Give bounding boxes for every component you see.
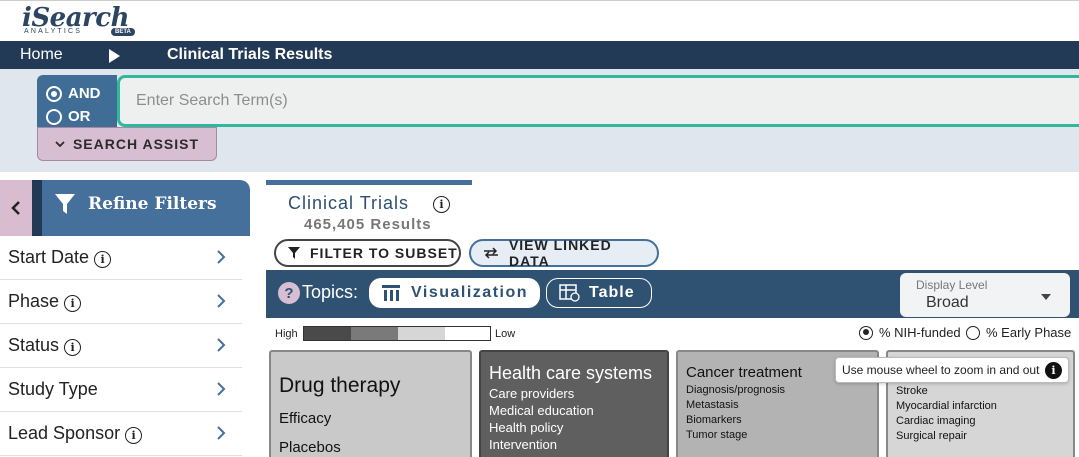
filter-to-subset-button[interactable]: FILTER TO SUBSET [274,239,461,267]
tooltip-text: Use mouse wheel to zoom in and out [842,363,1040,377]
breadcrumb-current: Clinical Trials Results [167,46,333,63]
sidebar-item-phase[interactable]: Phase i [0,280,242,324]
swap-arrows-icon [483,247,498,259]
caret-down-icon [1041,294,1051,300]
topics-label: Topics: [302,282,359,302]
topics-bar: ? Topics: Visualization Table Display Le… [266,270,1079,318]
table-toggle[interactable]: Table [546,278,652,308]
chevron-right-icon [217,250,226,264]
chevron-down-icon [55,140,65,147]
sidebar-title: Refine Filters [88,194,217,214]
bar-chart-icon [382,285,400,301]
beta-badge: BETA [111,28,135,36]
radio-unselected-icon[interactable] [966,325,980,340]
info-icon[interactable]: i [125,427,143,444]
info-icon[interactable]: i [433,196,450,213]
sidebar-item-label: Start Date [8,247,90,267]
tile-item: Tumor stage [686,429,748,441]
chevron-right-icon [217,382,226,396]
tile-item: Myocardial infarction [896,400,997,412]
logo-subtitle: ANALYTICS [24,28,83,35]
metric-early-phase-option[interactable]: % Early Phase [966,325,1071,340]
table-label: Table [589,284,635,301]
tile-title: Drug therapy [279,374,401,397]
info-icon: i [1045,362,1062,379]
filter-to-subset-label: FILTER TO SUBSET [310,245,458,261]
legend-row: High Low % NIH-funded % Early Phase [266,318,1079,350]
sidebar-item-start-date[interactable]: Start Date i [0,236,242,280]
metric-label: % Early Phase [986,325,1072,340]
tile-item: Cardiac imaging [896,415,976,427]
tile-item: Metastasis [686,399,739,411]
filter-icon [288,247,300,259]
info-icon[interactable]: i [94,251,112,268]
visualization-label: Visualization [411,284,529,301]
tile-item: Intervention [489,437,557,452]
sidebar-item-label: Phase [8,291,60,311]
sidebar-header: Refine Filters [0,180,250,236]
zoom-tooltip: Use mouse wheel to zoom in and out i [835,357,1069,383]
display-level-select[interactable]: Display Level Broad [900,273,1070,317]
legend-high-label: High [275,328,298,340]
chevron-right-icon [217,294,226,308]
legend-low-label: Low [495,328,516,340]
results-toolbar: FILTER TO SUBSET VIEW LINKED DATA [266,236,1079,270]
operator-and-option[interactable]: AND [46,85,101,102]
view-linked-data-button[interactable]: VIEW LINKED DATA [469,237,659,269]
metric-label: % NIH-funded [879,325,961,340]
search-input[interactable] [117,75,1079,127]
display-level-value: Broad [926,294,969,311]
radio-unselected-icon[interactable] [46,108,62,125]
info-icon[interactable]: i [64,339,82,356]
tile-item: Surgical repair [896,430,967,442]
chevron-right-icon [217,426,226,440]
chevron-right-icon [217,338,226,352]
tile-item: Placebos [279,439,341,456]
sidebar-item-lead-sponsor[interactable]: Lead Sponsor i [0,412,242,456]
help-icon[interactable]: ? [278,282,300,304]
tab-clinical-trials[interactable]: Clinical Trials i 465,405 Results [266,180,472,236]
tile-title: Health care systems [489,363,653,383]
color-scale-legend [303,326,491,341]
filter-icon [55,194,75,214]
results-count: 465,405 Results [304,216,432,233]
display-level-label: Display Level [916,278,988,292]
chevron-left-icon [11,201,20,215]
filter-sidebar: Refine Filters Start Date i Phase i Stat… [0,180,250,457]
tile-item: Efficacy [279,410,332,427]
sidebar-item-status[interactable]: Status i [0,324,242,368]
radio-selected-icon[interactable] [859,325,873,340]
breadcrumb-home-link[interactable]: Home [20,46,63,64]
table-icon [559,284,580,302]
info-icon[interactable]: i [64,295,82,312]
tab-title: Clinical Trials [288,193,410,213]
breadcrumb: Home Clinical Trials Results [0,41,1079,69]
tile-item: Health policy [489,420,564,435]
breadcrumb-separator-icon [109,49,120,63]
operator-and-label: AND [68,85,101,102]
sidebar-item-label: Lead Sponsor [8,423,121,443]
search-assist-label: SEARCH ASSIST [72,136,200,152]
operator-or-option[interactable]: OR [46,108,91,125]
search-area: AND OR SEARCH ASSIST [0,69,1079,172]
treemap-tile[interactable]: Health care systems Care providers Medic… [479,350,669,457]
sidebar-item-study-type[interactable]: Study Type [0,368,242,412]
visualization-toggle[interactable]: Visualization [369,278,540,308]
radio-selected-icon[interactable] [46,85,62,102]
logo-bar: iSearch ANALYTICS BETA [0,0,1079,41]
view-linked-data-label: VIEW LINKED DATA [508,237,612,269]
collapse-sidebar-button[interactable] [0,180,42,236]
operator-or-label: OR [68,108,91,125]
sidebar-item-label: Study Type [8,379,98,399]
metric-nih-funded-option[interactable]: % NIH-funded [859,325,961,340]
tile-item: Care providers [489,386,575,401]
sidebar-item-label: Status [8,335,60,355]
tile-item: Medical education [489,403,594,418]
tile-item: Diagnosis/prognosis [686,384,786,396]
tile-item: Biomarkers [686,414,742,426]
search-assist-button[interactable]: SEARCH ASSIST [37,127,217,161]
tile-item: Stroke [896,385,928,397]
treemap-tile[interactable]: Drug therapy Efficacy Placebos [269,350,472,457]
boolean-operator-group: AND OR [37,75,117,127]
